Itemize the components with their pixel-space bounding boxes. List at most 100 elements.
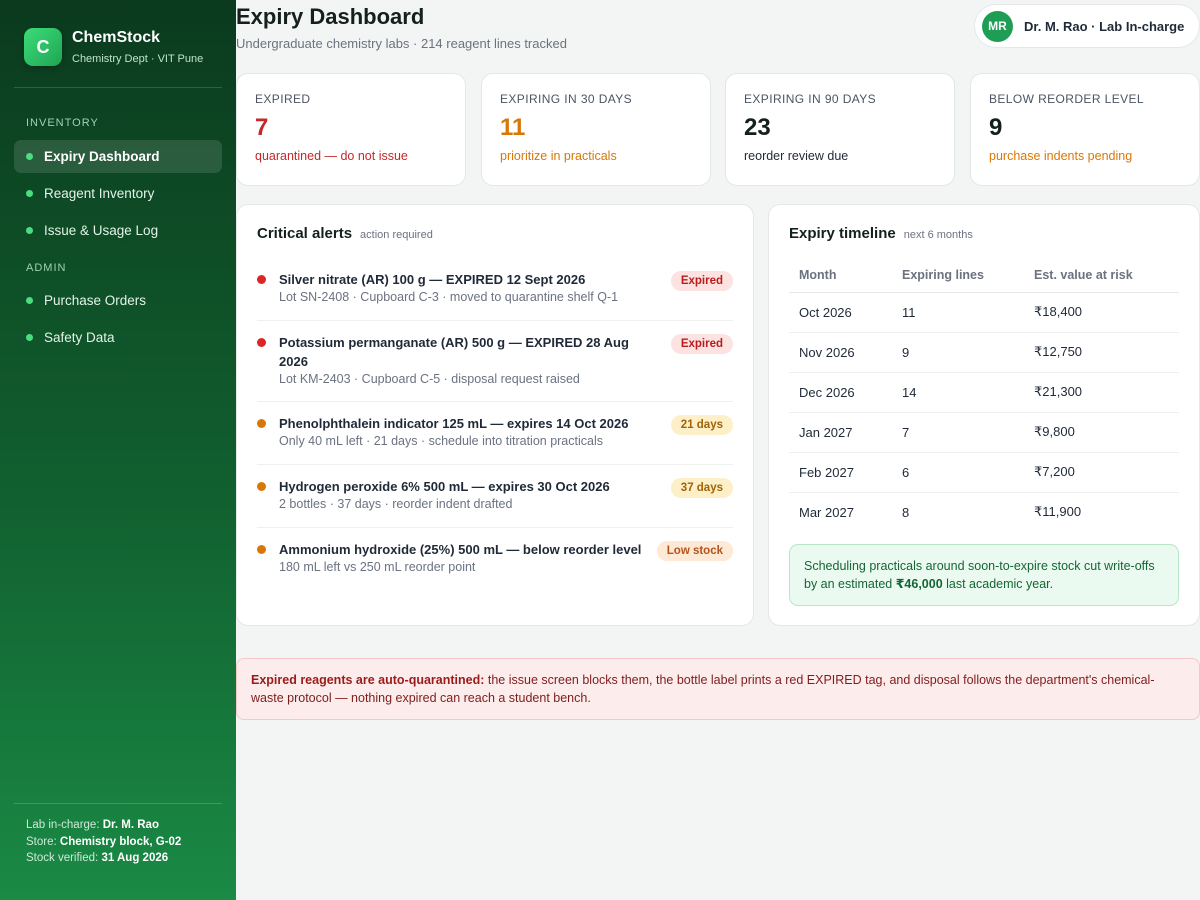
- cell-lines: 7: [892, 412, 1024, 453]
- column-header: Est. value at risk: [1024, 259, 1179, 293]
- status-badge: Low stock: [656, 541, 733, 561]
- cell-lines: 11: [892, 292, 1024, 333]
- footer-verified-label: Stock verified:: [26, 852, 99, 864]
- timeline-subtitle: next 6 months: [903, 229, 973, 241]
- alert-item[interactable]: Phenolphthalein indicator 125 mL — expir…: [257, 414, 733, 448]
- savings-tip: Scheduling practicals around soon-to-exp…: [789, 544, 1179, 606]
- stat-label: EXPIRED: [255, 92, 311, 106]
- panel-title: Expiry timeline next 6 months: [789, 225, 973, 242]
- stat-card-expired[interactable]: EXPIRED 7 quarantined — do not issue: [236, 73, 466, 186]
- quarantine-banner: Expired reagents are auto-quarantined: t…: [236, 658, 1200, 720]
- sidebar-item-reagent-inventory[interactable]: Reagent Inventory: [14, 177, 222, 210]
- stat-value: 23: [744, 114, 771, 141]
- sidebar-item-safety-data[interactable]: Safety Data: [14, 321, 222, 354]
- brand-subtitle: Chemistry Dept · VIT Pune: [72, 53, 204, 65]
- alert-divider: [257, 464, 733, 465]
- stat-note: prioritize in practicals: [500, 149, 617, 163]
- panel-title: Critical alerts action required: [257, 225, 433, 242]
- cell-month: Feb 2027: [789, 452, 892, 493]
- cell-value: ₹18,400: [1024, 292, 1179, 333]
- alert-detail: 180 mL left vs 250 mL reorder point: [279, 560, 476, 574]
- alert-item[interactable]: Silver nitrate (AR) 100 g — EXPIRED 12 S…: [257, 270, 733, 304]
- status-badge: 37 days: [670, 478, 733, 498]
- footer-verified-value: 31 Aug 2026: [101, 852, 169, 864]
- table-row[interactable]: Jan 2027 7 ₹9,800: [789, 412, 1179, 453]
- stat-value: 11: [500, 114, 526, 141]
- table-row[interactable]: Dec 2026 14 ₹21,300: [789, 372, 1179, 413]
- avatar: MR: [982, 10, 1013, 42]
- table-row[interactable]: Oct 2026 11 ₹18,400: [789, 292, 1179, 333]
- column-header: Month: [789, 259, 892, 293]
- user-name: Dr. M. Rao · Lab In-charge: [1024, 18, 1185, 34]
- sidebar-item-label: Issue & Usage Log: [44, 223, 159, 238]
- status-badge: 21 days: [670, 415, 733, 435]
- table-header-row: Month Expiring lines Est. value at risk: [789, 259, 1179, 293]
- column-header: Expiring lines: [892, 259, 1024, 293]
- alert-item[interactable]: Hydrogen peroxide 6% 500 mL — expires 30…: [257, 477, 733, 511]
- sidebar-item-label: Reagent Inventory: [44, 186, 155, 201]
- alerts-title: Critical alerts: [257, 225, 353, 242]
- stat-label: EXPIRING IN 90 DAYS: [744, 92, 877, 106]
- nav-dot-icon: [26, 334, 33, 341]
- sidebar-item-issue-usage-log[interactable]: Issue & Usage Log: [14, 214, 222, 247]
- table-row[interactable]: Mar 2027 8 ₹11,900: [789, 492, 1179, 532]
- cell-month: Jan 2027: [789, 412, 892, 453]
- cell-lines: 6: [892, 452, 1024, 493]
- cell-lines: 14: [892, 372, 1024, 413]
- cell-lines: 8: [902, 504, 910, 520]
- alert-item[interactable]: Ammonium hydroxide (25%) 500 mL — below …: [257, 540, 733, 574]
- status-dot-icon: [257, 545, 266, 554]
- alert-detail: Only 40 mL left · 21 days · schedule int…: [279, 434, 603, 448]
- brand-name: ChemStock: [72, 29, 161, 46]
- cell-month: Oct 2026: [789, 292, 892, 333]
- alert-detail: Lot SN-2408 · Cupboard C-3 · moved to qu…: [279, 290, 619, 304]
- stat-label: EXPIRING IN 30 DAYS: [500, 92, 633, 106]
- footer-incharge-value: Dr. M. Rao: [102, 819, 159, 831]
- nav-dot-icon: [26, 227, 33, 234]
- cell-month: Mar 2027: [799, 504, 854, 520]
- sidebar-footer-divider: [14, 803, 222, 804]
- stat-value: 9: [989, 114, 1003, 141]
- sidebar-item-label: Safety Data: [44, 330, 115, 345]
- cell-value: ₹9,800: [1024, 412, 1179, 453]
- status-dot-icon: [257, 338, 266, 347]
- nav-dot-icon: [26, 190, 33, 197]
- alert-title: Ammonium hydroxide (25%) 500 mL — below …: [279, 542, 642, 557]
- alert-title: Silver nitrate (AR) 100 g — EXPIRED 12 S…: [279, 272, 586, 287]
- stat-value: 7: [255, 114, 269, 141]
- alert-detail: 2 bottles · 37 days · reorder indent dra…: [279, 497, 513, 511]
- stat-note: reorder review due: [744, 149, 849, 163]
- footer-store-value: Chemistry block, G-02: [59, 835, 182, 848]
- sidebar-item-label: Purchase Orders: [44, 293, 147, 308]
- brand-logo: C: [24, 28, 62, 66]
- status-dot-icon: [257, 275, 266, 284]
- timeline-title: Expiry timeline: [789, 225, 896, 242]
- stat-card-expiring-90[interactable]: EXPIRING IN 90 DAYS 23 reorder review du…: [725, 73, 955, 186]
- user-menu[interactable]: MR Dr. M. Rao · Lab In-charge: [974, 4, 1200, 48]
- expiry-timeline-table: Month Expiring lines Est. value at risk …: [789, 259, 1179, 532]
- page-subtitle: Undergraduate chemistry labs · 214 reage…: [236, 36, 567, 51]
- alert-item[interactable]: Potassium permanganate (AR) 500 g — EXPI…: [257, 333, 733, 386]
- sidebar-item-expiry-dashboard[interactable]: Expiry Dashboard: [14, 140, 222, 173]
- tip-amount: ₹46,000: [895, 577, 943, 591]
- stat-label: BELOW REORDER LEVEL: [989, 92, 1144, 106]
- alert-title: Potassium permanganate (AR) 500 g — EXPI…: [279, 335, 629, 369]
- stat-card-below-reorder[interactable]: BELOW REORDER LEVEL 9 purchase indents p…: [970, 73, 1200, 186]
- stat-card-expiring-30[interactable]: EXPIRING IN 30 DAYS 11 prioritize in pra…: [481, 73, 711, 186]
- expiry-timeline-panel: Expiry timeline next 6 months Month Expir…: [768, 204, 1200, 626]
- status-dot-icon: [257, 419, 266, 428]
- sidebar-item-purchase-orders[interactable]: Purchase Orders: [14, 284, 222, 317]
- table-row[interactable]: Nov 2026 9 ₹12,750: [789, 332, 1179, 373]
- sidebar-item-label: Expiry Dashboard: [44, 149, 160, 164]
- critical-alerts-panel: Critical alerts action required Silver ni…: [236, 204, 754, 626]
- status-dot-icon: [257, 482, 266, 491]
- cell-month: Nov 2026: [789, 332, 892, 373]
- table-row[interactable]: Feb 2027 6 ₹7,200: [789, 452, 1179, 493]
- sidebar-divider: [14, 87, 222, 88]
- alert-divider: [257, 320, 733, 321]
- nav-dot-icon: [26, 153, 33, 160]
- brand: C ChemStock Chemistry Dept · VIT Pune: [24, 28, 203, 66]
- footer-incharge-label: Lab in-charge:: [26, 819, 100, 831]
- status-badge: Expired: [670, 334, 733, 354]
- alerts-subtitle: action required: [360, 229, 433, 241]
